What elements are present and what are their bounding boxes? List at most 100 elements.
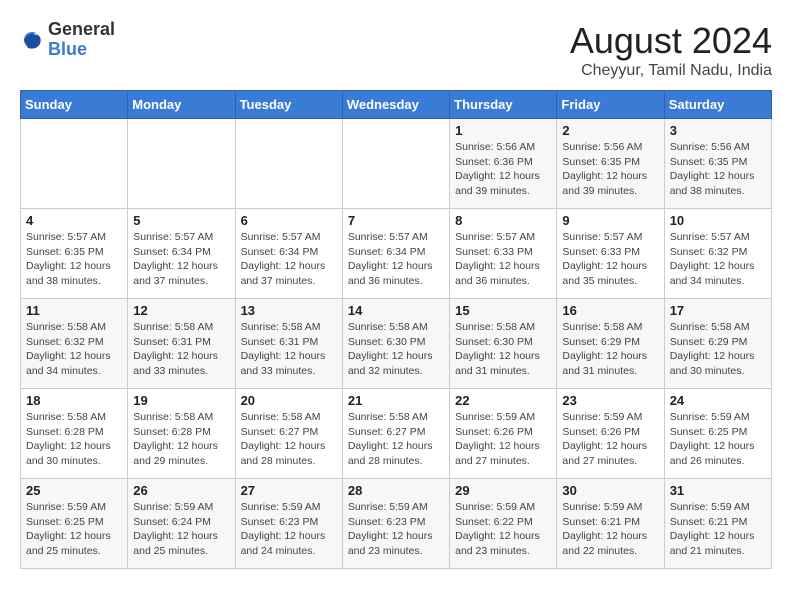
day-number: 27	[241, 483, 337, 498]
header-thursday: Thursday	[450, 91, 557, 119]
day-number: 13	[241, 303, 337, 318]
day-info: Sunrise: 5:59 AM Sunset: 6:24 PM Dayligh…	[133, 500, 229, 559]
calendar-table: Sunday Monday Tuesday Wednesday Thursday…	[20, 90, 772, 569]
day-number: 21	[348, 393, 444, 408]
calendar-cell: 12 Sunrise: 5:58 AM Sunset: 6:31 PM Dayli…	[128, 299, 235, 389]
calendar-cell: 1Sunrise: 5:56 AM Sunset: 6:36 PM Daylig…	[450, 119, 557, 209]
day-number: 12	[133, 303, 229, 318]
day-info: Sunrise: 5:56 AM Sunset: 6:35 PM Dayligh…	[670, 140, 766, 199]
calendar-week-row: 1Sunrise: 5:56 AM Sunset: 6:36 PM Daylig…	[21, 119, 772, 209]
day-info: Sunrise: 5:58 AM Sunset: 6:27 PM Dayligh…	[348, 410, 444, 469]
header-sunday: Sunday	[21, 91, 128, 119]
day-number: 3	[670, 123, 766, 138]
logo-general: General	[48, 20, 115, 40]
day-number: 9	[562, 213, 658, 228]
location-subtitle: Cheyyur, Tamil Nadu, India	[570, 62, 772, 80]
calendar-week-row: 4 Sunrise: 5:57 AM Sunset: 6:35 PM Daylig…	[21, 209, 772, 299]
day-number: 16	[562, 303, 658, 318]
calendar-cell: 24 Sunrise: 5:59 AM Sunset: 6:25 PM Dayli…	[664, 389, 771, 479]
calendar-cell: 11 Sunrise: 5:58 AM Sunset: 6:32 PM Dayli…	[21, 299, 128, 389]
calendar-header-row: Sunday Monday Tuesday Wednesday Thursday…	[21, 91, 772, 119]
day-info: Sunrise: 5:58 AM Sunset: 6:30 PM Dayligh…	[455, 320, 551, 379]
month-year-title: August 2024	[570, 20, 772, 62]
day-info: Sunrise: 5:57 AM Sunset: 6:35 PM Dayligh…	[26, 230, 122, 289]
day-info: Sunrise: 5:58 AM Sunset: 6:31 PM Dayligh…	[133, 320, 229, 379]
day-info: Sunrise: 5:59 AM Sunset: 6:26 PM Dayligh…	[562, 410, 658, 469]
calendar-cell: 31 Sunrise: 5:59 AM Sunset: 6:21 PM Dayli…	[664, 479, 771, 569]
calendar-cell: 21 Sunrise: 5:58 AM Sunset: 6:27 PM Dayli…	[342, 389, 449, 479]
logo: General Blue	[20, 20, 115, 60]
calendar-cell: 30Sunrise: 5:59 AM Sunset: 6:21 PM Dayli…	[557, 479, 664, 569]
title-block: August 2024 Cheyyur, Tamil Nadu, India	[570, 20, 772, 80]
calendar-cell	[342, 119, 449, 209]
day-number: 10	[670, 213, 766, 228]
calendar-week-row: 25Sunrise: 5:59 AM Sunset: 6:25 PM Dayli…	[21, 479, 772, 569]
calendar-cell: 14 Sunrise: 5:58 AM Sunset: 6:30 PM Dayli…	[342, 299, 449, 389]
logo-blue: Blue	[48, 40, 115, 60]
calendar-cell: 27 Sunrise: 5:59 AM Sunset: 6:23 PM Dayli…	[235, 479, 342, 569]
calendar-cell: 5Sunrise: 5:57 AM Sunset: 6:34 PM Daylig…	[128, 209, 235, 299]
day-number: 24	[670, 393, 766, 408]
day-number: 30	[562, 483, 658, 498]
calendar-cell: 4 Sunrise: 5:57 AM Sunset: 6:35 PM Daylig…	[21, 209, 128, 299]
day-number: 29	[455, 483, 551, 498]
day-info: Sunrise: 5:57 AM Sunset: 6:32 PM Dayligh…	[670, 230, 766, 289]
calendar-cell: 29 Sunrise: 5:59 AM Sunset: 6:22 PM Dayli…	[450, 479, 557, 569]
day-info: Sunrise: 5:59 AM Sunset: 6:23 PM Dayligh…	[241, 500, 337, 559]
calendar-cell	[21, 119, 128, 209]
day-number: 15	[455, 303, 551, 318]
header-saturday: Saturday	[664, 91, 771, 119]
calendar-cell: 7Sunrise: 5:57 AM Sunset: 6:34 PM Daylig…	[342, 209, 449, 299]
day-info: Sunrise: 5:59 AM Sunset: 6:23 PM Dayligh…	[348, 500, 444, 559]
calendar-cell	[128, 119, 235, 209]
day-number: 11	[26, 303, 122, 318]
calendar-cell: 28 Sunrise: 5:59 AM Sunset: 6:23 PM Dayli…	[342, 479, 449, 569]
day-info: Sunrise: 5:57 AM Sunset: 6:34 PM Dayligh…	[241, 230, 337, 289]
day-number: 2	[562, 123, 658, 138]
day-info: Sunrise: 5:59 AM Sunset: 6:21 PM Dayligh…	[670, 500, 766, 559]
calendar-cell: 13Sunrise: 5:58 AM Sunset: 6:31 PM Dayli…	[235, 299, 342, 389]
calendar-cell: 20Sunrise: 5:58 AM Sunset: 6:27 PM Dayli…	[235, 389, 342, 479]
day-number: 14	[348, 303, 444, 318]
day-number: 22	[455, 393, 551, 408]
day-number: 17	[670, 303, 766, 318]
day-info: Sunrise: 5:58 AM Sunset: 6:28 PM Dayligh…	[133, 410, 229, 469]
day-info: Sunrise: 5:57 AM Sunset: 6:33 PM Dayligh…	[455, 230, 551, 289]
calendar-cell: 9 Sunrise: 5:57 AM Sunset: 6:33 PM Daylig…	[557, 209, 664, 299]
day-info: Sunrise: 5:58 AM Sunset: 6:29 PM Dayligh…	[562, 320, 658, 379]
calendar-cell: 23Sunrise: 5:59 AM Sunset: 6:26 PM Dayli…	[557, 389, 664, 479]
day-number: 31	[670, 483, 766, 498]
day-info: Sunrise: 5:59 AM Sunset: 6:25 PM Dayligh…	[670, 410, 766, 469]
day-number: 4	[26, 213, 122, 228]
day-number: 26	[133, 483, 229, 498]
calendar-cell: 10 Sunrise: 5:57 AM Sunset: 6:32 PM Dayli…	[664, 209, 771, 299]
calendar-cell: 3 Sunrise: 5:56 AM Sunset: 6:35 PM Daylig…	[664, 119, 771, 209]
day-info: Sunrise: 5:58 AM Sunset: 6:32 PM Dayligh…	[26, 320, 122, 379]
day-info: Sunrise: 5:57 AM Sunset: 6:34 PM Dayligh…	[348, 230, 444, 289]
day-info: Sunrise: 5:57 AM Sunset: 6:33 PM Dayligh…	[562, 230, 658, 289]
page-header: General Blue August 2024 Cheyyur, Tamil …	[20, 20, 772, 80]
day-info: Sunrise: 5:59 AM Sunset: 6:22 PM Dayligh…	[455, 500, 551, 559]
day-info: Sunrise: 5:58 AM Sunset: 6:28 PM Dayligh…	[26, 410, 122, 469]
calendar-cell: 6 Sunrise: 5:57 AM Sunset: 6:34 PM Daylig…	[235, 209, 342, 299]
day-number: 1	[455, 123, 551, 138]
day-info: Sunrise: 5:58 AM Sunset: 6:30 PM Dayligh…	[348, 320, 444, 379]
calendar-cell: 2 Sunrise: 5:56 AM Sunset: 6:35 PM Daylig…	[557, 119, 664, 209]
calendar-cell: 16 Sunrise: 5:58 AM Sunset: 6:29 PM Dayli…	[557, 299, 664, 389]
header-wednesday: Wednesday	[342, 91, 449, 119]
day-info: Sunrise: 5:59 AM Sunset: 6:26 PM Dayligh…	[455, 410, 551, 469]
calendar-week-row: 18 Sunrise: 5:58 AM Sunset: 6:28 PM Dayli…	[21, 389, 772, 479]
day-info: Sunrise: 5:56 AM Sunset: 6:35 PM Dayligh…	[562, 140, 658, 199]
day-info: Sunrise: 5:57 AM Sunset: 6:34 PM Dayligh…	[133, 230, 229, 289]
calendar-cell: 22 Sunrise: 5:59 AM Sunset: 6:26 PM Dayli…	[450, 389, 557, 479]
day-number: 28	[348, 483, 444, 498]
calendar-cell: 19 Sunrise: 5:58 AM Sunset: 6:28 PM Dayli…	[128, 389, 235, 479]
logo-icon	[20, 28, 44, 52]
calendar-cell	[235, 119, 342, 209]
day-number: 18	[26, 393, 122, 408]
day-number: 6	[241, 213, 337, 228]
day-number: 25	[26, 483, 122, 498]
day-number: 19	[133, 393, 229, 408]
day-info: Sunrise: 5:58 AM Sunset: 6:29 PM Dayligh…	[670, 320, 766, 379]
calendar-cell: 18 Sunrise: 5:58 AM Sunset: 6:28 PM Dayli…	[21, 389, 128, 479]
